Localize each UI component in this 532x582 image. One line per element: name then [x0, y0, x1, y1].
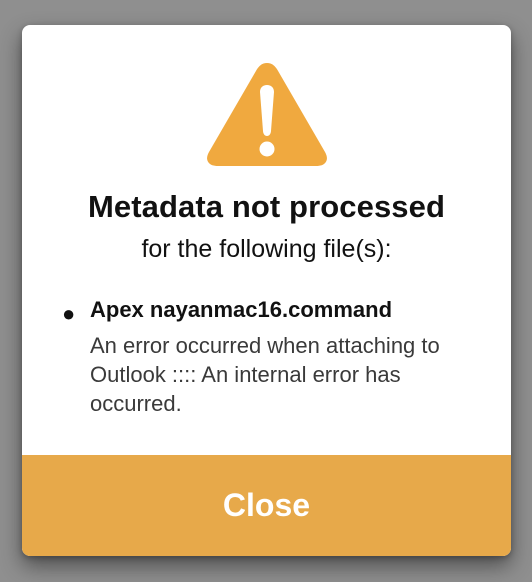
file-list: ● Apex nayanmac16.command An error occur… [60, 295, 480, 418]
file-error-message: An error occurred when attaching to Outl… [90, 333, 440, 416]
close-button[interactable]: Close [22, 455, 511, 556]
bullet-icon: ● [62, 301, 76, 326]
warning-icon-container [22, 59, 511, 169]
error-dialog: Metadata not processed for the following… [22, 25, 511, 556]
dialog-subtitle: for the following file(s): [141, 235, 392, 263]
list-item: ● Apex nayanmac16.command An error occur… [60, 295, 480, 418]
modal-backdrop: Metadata not processed for the following… [0, 0, 532, 582]
warning-triangle-icon [206, 63, 327, 166]
dialog-title: Metadata not processed [87, 189, 446, 224]
file-name: Apex nayanmac16.command [90, 297, 393, 322]
